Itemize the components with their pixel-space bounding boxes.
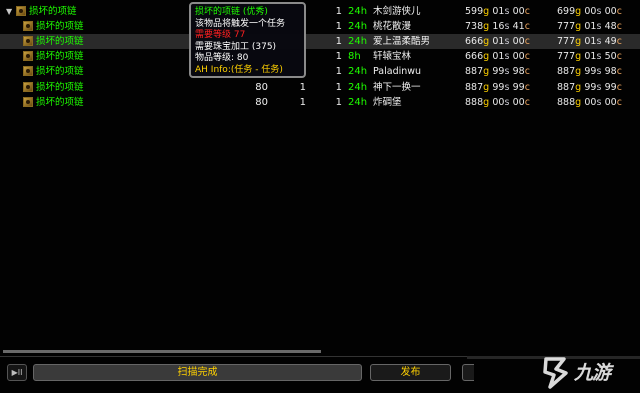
table-row[interactable]: 损坏的项链 80 1 1 24h 炸碉堡 888g 00s 00c 888g 00s 00c <box>0 95 640 110</box>
bid-count: 1 <box>335 6 342 17</box>
table-row[interactable]: ▼ 损坏的项链 1 24h 木剑游侠儿 599g 01s 00c 699g 00s 00c <box>0 4 640 19</box>
auction-list-frame: ▼ 损坏的项链 1 24h 木剑游侠儿 599g 01s 00c 699g 00s 00c 损… <box>0 0 640 393</box>
item-name: 损坏的项链 <box>36 81 84 93</box>
bid-price: 887g 99s 99c <box>465 81 530 93</box>
bid-price: 887g 99s 98c <box>465 66 530 78</box>
seller-name: 桃花散漫 <box>373 21 412 33</box>
play-pause-icon: ▶II <box>11 368 23 377</box>
seller-name: 炸碉堡 <box>373 96 402 108</box>
table-row[interactable]: 损坏的项链 1 24h 桃花散漫 738g 16s 41c 777g 01s 48c <box>0 19 640 34</box>
necklace-item-icon <box>23 81 33 92</box>
time-left: 24h <box>348 96 368 108</box>
item-tooltip: 损坏的项链 (优秀) 该物品将触发一个任务 需要等级 77 需要珠宝加工 (37… <box>189 2 306 78</box>
buyout-price: 887g 99s 99c <box>557 81 622 93</box>
partial-button[interactable] <box>462 364 474 381</box>
bid-count: 1 <box>335 81 342 93</box>
time-left: 24h <box>348 6 368 17</box>
time-left: 24h <box>348 81 368 93</box>
expand-collapse-icon[interactable]: ▼ <box>6 5 12 18</box>
necklace-item-icon <box>23 51 33 62</box>
seller-name: Paladinwu <box>373 66 422 78</box>
table-row[interactable]: 损坏的项链 1 24h Paladinwu 887g 99s 98c 887g 99s 9… <box>0 64 640 79</box>
item-name: 损坏的项链 <box>36 21 84 33</box>
bid-price: 888g 00s 00c <box>465 96 530 108</box>
item-level: 80 <box>255 81 268 93</box>
bid-price: 599g 01s 00c <box>465 6 530 17</box>
site-watermark: 九游 <box>540 354 640 390</box>
scan-status-bar: 扫描完成 <box>33 364 362 381</box>
publish-button-label: 发布 <box>400 367 421 378</box>
necklace-item-icon <box>16 6 26 16</box>
play-pause-button[interactable]: ▶II <box>7 364 27 381</box>
seller-name: 木剑游侠儿 <box>373 6 421 17</box>
buyout-price: 777g 01s 49c <box>557 36 622 48</box>
bid-count: 1 <box>335 51 342 63</box>
tooltip-quest-line: 该物品将触发一个任务 <box>195 18 286 29</box>
buyout-price: 887g 99s 98c <box>557 66 622 78</box>
tooltip-item-level: 物品等级: 80 <box>195 53 249 63</box>
bid-count: 1 <box>335 96 342 108</box>
table-row[interactable]: 损坏的项链 1 8h 轩辕宝林 666g 01s 00c 777g 01s 50c <box>0 49 640 64</box>
necklace-item-icon <box>23 96 33 107</box>
watermark-text: 九游 <box>574 362 611 384</box>
seller-name: 神下一换一 <box>373 81 421 93</box>
time-left: 24h <box>348 21 368 33</box>
item-name: 损坏的项链 <box>36 36 84 48</box>
publish-button[interactable]: 发布 <box>370 364 451 381</box>
watermark-logo-icon <box>543 357 568 389</box>
bid-count: 1 <box>335 21 342 33</box>
necklace-item-icon <box>23 36 33 47</box>
time-left: 24h <box>348 36 368 48</box>
item-name: 损坏的项链 <box>36 51 84 63</box>
buyout-price: 777g 01s 48c <box>557 21 622 33</box>
tooltip-required-level: 需要等级 77 <box>195 30 246 40</box>
bid-price: 666g 01s 00c <box>465 36 530 48</box>
item-name: 损坏的项链 <box>36 96 84 108</box>
quantity: 1 <box>299 96 306 108</box>
buyout-price: 888g 00s 00c <box>557 96 622 108</box>
scan-status-text: 扫描完成 <box>177 367 218 378</box>
bid-count: 1 <box>335 36 342 48</box>
time-left: 24h <box>348 66 368 78</box>
table-row[interactable]: 损坏的项链 80 1 1 24h 神下一换一 887g 99s 99c 887g 99s 99… <box>0 80 640 95</box>
seller-name: 轩辕宝林 <box>373 51 412 63</box>
item-level: 80 <box>255 96 268 108</box>
bid-price: 738g 16s 41c <box>465 21 530 33</box>
table-row[interactable]: 损坏的项链 1 24h 爱上温柔酷男 666g 01s 00c 777g 01s 49c <box>0 34 640 50</box>
bid-count: 1 <box>335 66 342 78</box>
seller-name: 爱上温柔酷男 <box>373 36 431 48</box>
time-left: 8h <box>348 51 361 63</box>
tooltip-required-skill: 需要珠宝加工 (375) <box>195 41 277 52</box>
tooltip-ah-info: AH Info:(任务 - 任务) <box>195 64 283 75</box>
buyout-price: 699g 00s 00c <box>557 6 622 17</box>
buyout-price: 777g 01s 50c <box>557 51 622 63</box>
quantity: 1 <box>299 81 306 93</box>
necklace-item-icon <box>23 66 33 77</box>
item-name: 损坏的项链 <box>36 66 84 78</box>
necklace-item-icon <box>23 21 33 32</box>
horizontal-scrollbar[interactable] <box>3 350 321 353</box>
bid-price: 666g 01s 00c <box>465 51 530 63</box>
tooltip-title: 损坏的项链 (优秀) <box>195 7 268 17</box>
item-name: 损坏的项链 <box>29 6 77 17</box>
